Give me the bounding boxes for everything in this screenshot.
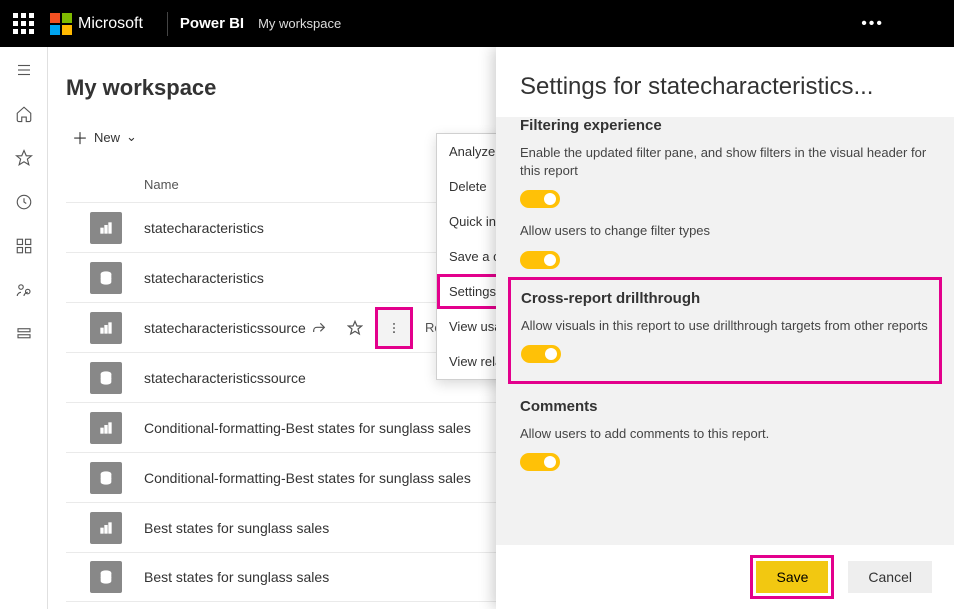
item-name: Best states for sunglass sales bbox=[144, 520, 329, 536]
report-icon bbox=[90, 212, 122, 244]
nav-workspaces-icon[interactable] bbox=[0, 317, 48, 351]
nav-rail bbox=[0, 47, 48, 609]
chevron-down-icon: ⌄ bbox=[126, 129, 137, 145]
plus-icon: ＋ bbox=[72, 125, 88, 149]
favorite-icon[interactable] bbox=[339, 312, 371, 344]
settings-panel: Settings for statecharacteristics... Fil… bbox=[496, 47, 954, 609]
item-name: Best states for sunglass sales bbox=[144, 569, 329, 585]
app-launcher-icon[interactable] bbox=[10, 11, 36, 37]
toggle-comments[interactable] bbox=[520, 453, 560, 471]
new-button[interactable]: ＋ New ⌄ bbox=[66, 121, 143, 153]
share-icon[interactable] bbox=[303, 312, 335, 344]
report-icon bbox=[90, 312, 122, 344]
report-icon bbox=[90, 412, 122, 444]
dataset-icon bbox=[90, 262, 122, 294]
filtering-opt2-desc: Allow users to change filter types bbox=[520, 222, 930, 240]
toggle-filter-types[interactable] bbox=[520, 251, 560, 269]
comments-desc: Allow users to add comments to this repo… bbox=[520, 425, 930, 443]
save-button[interactable]: Save bbox=[756, 561, 828, 593]
item-name: Conditional-formatting-Best states for s… bbox=[144, 470, 471, 486]
section-comments-title: Comments bbox=[520, 398, 930, 415]
more-options-icon[interactable] bbox=[375, 307, 413, 349]
dataset-icon bbox=[90, 362, 122, 394]
report-icon bbox=[90, 512, 122, 544]
toggle-filter-pane[interactable] bbox=[520, 190, 560, 208]
cancel-button[interactable]: Cancel bbox=[848, 561, 932, 593]
nav-favorites-icon[interactable] bbox=[0, 141, 48, 175]
dataset-icon bbox=[90, 462, 122, 494]
item-name: statecharacteristicssource bbox=[144, 370, 306, 386]
dataset-icon bbox=[90, 561, 122, 593]
section-drillthrough-title: Cross-report drillthrough bbox=[521, 290, 929, 307]
item-name: statecharacteristics bbox=[144, 220, 264, 236]
item-name: Conditional-formatting-Best states for s… bbox=[144, 420, 471, 436]
nav-apps-icon[interactable] bbox=[0, 229, 48, 263]
toggle-drillthrough[interactable] bbox=[521, 345, 561, 363]
nav-menu-icon[interactable] bbox=[0, 53, 48, 87]
section-filtering-title: Filtering experience bbox=[520, 117, 930, 134]
microsoft-logo: Microsoft bbox=[50, 13, 143, 35]
item-name: statecharacteristicssource bbox=[144, 320, 306, 336]
filtering-opt1-desc: Enable the updated filter pane, and show… bbox=[520, 144, 930, 180]
settings-title: Settings for statecharacteristics... bbox=[496, 47, 954, 117]
brand-text: Microsoft bbox=[78, 15, 143, 33]
global-header: Microsoft Power BI My workspace ••• bbox=[0, 0, 954, 47]
app-name: Power BI bbox=[180, 15, 244, 32]
nav-shared-icon[interactable] bbox=[0, 273, 48, 307]
drillthrough-desc: Allow visuals in this report to use dril… bbox=[521, 317, 929, 335]
header-divider bbox=[167, 12, 168, 36]
breadcrumb-workspace[interactable]: My workspace bbox=[258, 16, 341, 31]
header-more-icon[interactable]: ••• bbox=[861, 15, 884, 33]
save-button-highlight: Save bbox=[750, 555, 834, 599]
drillthrough-highlight: Cross-report drillthrough Allow visuals … bbox=[508, 277, 942, 384]
nav-home-icon[interactable] bbox=[0, 97, 48, 131]
new-button-label: New bbox=[94, 130, 120, 145]
item-name: statecharacteristics bbox=[144, 270, 264, 286]
nav-recent-icon[interactable] bbox=[0, 185, 48, 219]
